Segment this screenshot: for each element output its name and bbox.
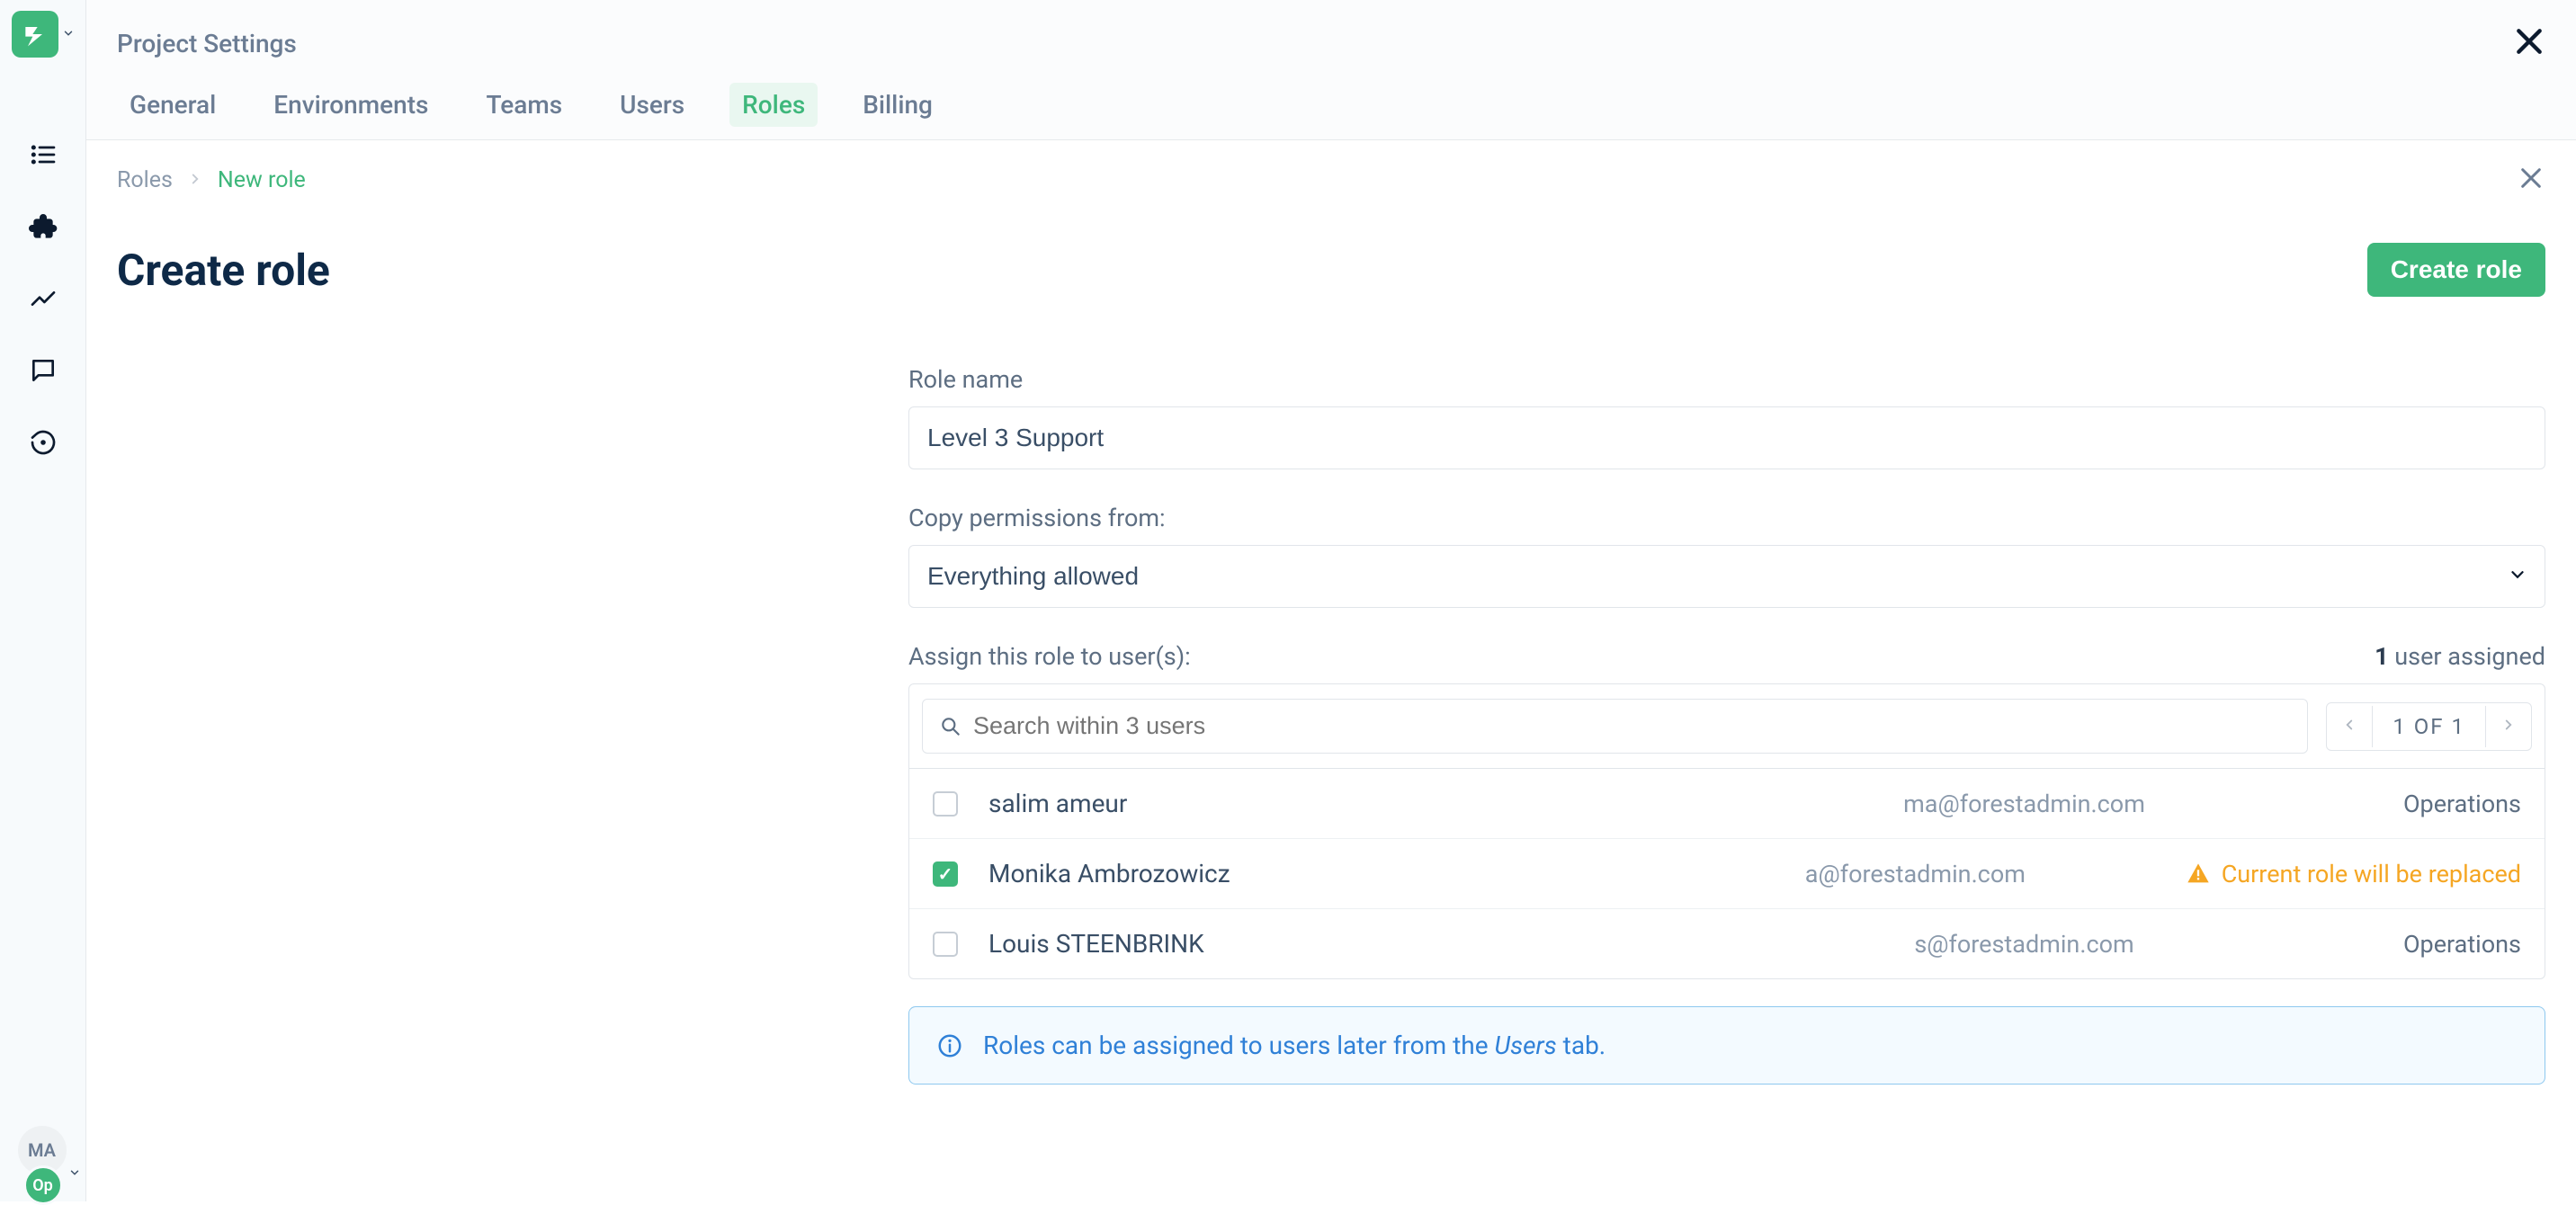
copy-permissions-select[interactable] [908,545,2545,608]
info-text: Roles can be assigned to users later fro… [983,1031,1606,1060]
user-email: ma@forestadmin.com [1645,790,2403,818]
info-icon [936,1032,963,1059]
page-title: Project Settings [117,29,297,58]
tab-users[interactable]: Users [607,83,697,127]
tab-billing[interactable]: Billing [850,83,945,127]
chevron-down-icon [62,26,75,43]
user-row: Louis STEENBRINKs@forestadmin.comOperati… [909,909,2545,978]
user-email: a@forestadmin.com [1645,860,2186,888]
project-switcher[interactable] [12,11,75,58]
user-checkbox[interactable] [933,791,958,817]
tab-teams[interactable]: Teams [473,83,575,127]
page-heading: Create role [117,245,330,296]
search-field[interactable] [973,712,2291,740]
create-role-button[interactable]: Create role [2367,243,2545,297]
tab-roles[interactable]: Roles [729,83,818,127]
assign-users-label: Assign this role to user(s): [908,642,1191,671]
user-pager: 1 OF 1 [2326,702,2532,751]
puzzle-icon[interactable] [27,210,59,243]
app-logo [12,11,58,58]
close-panel-button[interactable] [2517,164,2545,196]
user-current-role: Operations [2403,930,2521,959]
user-name: Louis STEENBRINK [988,929,1645,959]
user-search-input[interactable] [922,699,2308,754]
user-current-role: Operations [2403,790,2521,818]
user-email: s@forestadmin.com [1645,930,2403,959]
role-name-input[interactable] [908,406,2545,469]
user-switcher[interactable]: MA Op [16,1126,70,1180]
search-icon [939,715,962,738]
user-name: Monika Ambrozowicz [988,859,1645,888]
list-icon[interactable] [27,138,59,171]
pager-label: 1 OF 1 [2373,703,2485,750]
chevron-right-icon [187,167,203,193]
user-list: 1 OF 1 salim ameurma@forestadmin.comOper… [908,683,2545,979]
user-name: salim ameur [988,789,1645,818]
role-name-label: Role name [908,365,2545,394]
breadcrumb-current: New role [218,167,306,193]
user-row: Monika Ambrozowicza@forestadmin.comCurre… [909,839,2545,909]
chevron-down-icon [68,1165,81,1183]
role-replaced-warning: Current role will be replaced [2186,860,2521,888]
user-checkbox[interactable] [933,861,958,887]
chart-line-icon[interactable] [27,282,59,315]
pager-next-button[interactable] [2485,706,2531,747]
tab-general[interactable]: General [117,83,228,127]
user-row: salim ameurma@forestadmin.comOperations [909,769,2545,839]
user-checkbox[interactable] [933,932,958,957]
copy-permissions-label: Copy permissions from: [908,504,2545,532]
warning-icon [2186,861,2211,887]
info-banner: Roles can be assigned to users later fro… [908,1006,2545,1084]
tab-environments[interactable]: Environments [261,83,441,127]
pager-prev-button[interactable] [2327,706,2373,747]
close-button[interactable] [2511,23,2547,63]
restore-icon[interactable] [27,426,59,459]
chat-icon[interactable] [27,354,59,387]
avatar: Op [23,1165,63,1205]
breadcrumb-root[interactable]: Roles [117,167,173,193]
left-nav-rail: MA Op [0,0,86,1201]
top-bar: Project Settings General Environments Team… [86,0,2576,140]
breadcrumb: Roles New role [117,167,306,193]
assigned-count: 1 user assigned [2375,642,2545,671]
